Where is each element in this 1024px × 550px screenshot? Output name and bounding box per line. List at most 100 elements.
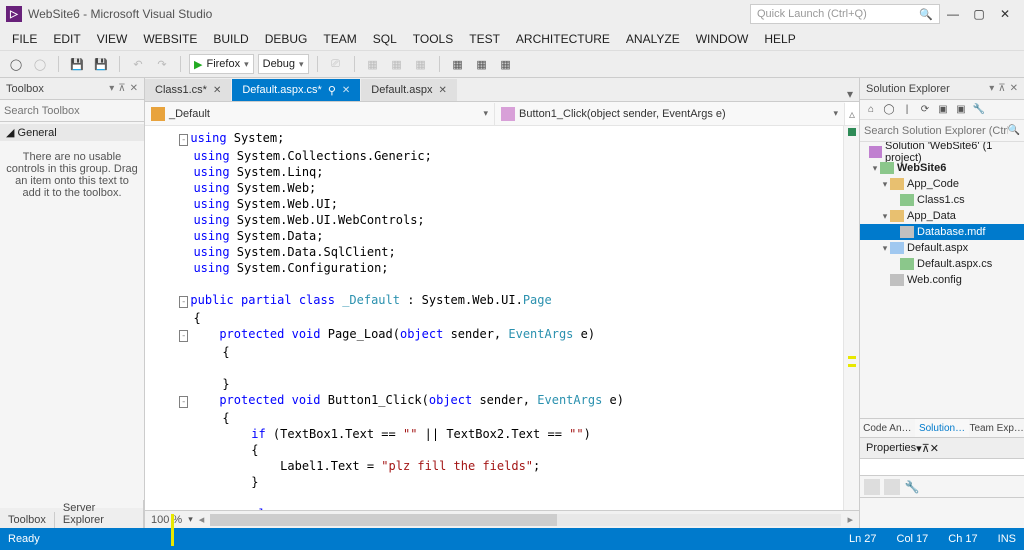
solution-search-input[interactable] xyxy=(864,125,1008,137)
menu-architecture[interactable]: ARCHITECTURE xyxy=(508,29,618,49)
home-icon[interactable]: ⌂ xyxy=(864,103,878,117)
menu-tools[interactable]: TOOLS xyxy=(405,29,461,49)
class-selector[interactable]: _Default ▾ xyxy=(145,103,495,125)
tree-item[interactable]: Solution 'WebSite6' (1 project) xyxy=(860,144,1024,160)
status-col: Col 17 xyxy=(897,533,929,545)
pin-icon[interactable]: ⚲ xyxy=(328,84,336,97)
close-tab-icon[interactable]: ✕ xyxy=(342,85,350,96)
menu-help[interactable]: HELP xyxy=(756,29,803,49)
menu-window[interactable]: WINDOW xyxy=(688,29,757,49)
right-panel-tabs: Code An…Solution…Team Exp… xyxy=(860,418,1024,438)
editor-margin xyxy=(145,126,175,510)
tree-item[interactable]: Class1.cs xyxy=(860,192,1024,208)
undo-button[interactable]: ↶ xyxy=(128,54,148,74)
close-icon[interactable]: ✕ xyxy=(930,442,939,455)
right-tab[interactable]: Code An… xyxy=(860,419,915,437)
method-icon xyxy=(501,107,515,121)
config-dropdown[interactable]: Debug ▾ xyxy=(258,54,309,74)
menu-file[interactable]: FILE xyxy=(4,29,45,49)
properties-panel: Properties ▾ ⊼ ✕ 🔧 xyxy=(860,438,1024,528)
menu-test[interactable]: TEST xyxy=(461,29,508,49)
pin-icon[interactable]: ⊼ xyxy=(998,83,1005,94)
h-scrollbar[interactable] xyxy=(210,514,841,526)
solution-explorer-search[interactable]: 🔍 xyxy=(860,120,1024,142)
close-icon[interactable]: ✕ xyxy=(130,83,138,94)
menu-debug[interactable]: DEBUG xyxy=(257,29,316,49)
close-tab-icon[interactable]: ✕ xyxy=(438,85,446,96)
tb-icon-6[interactable]: ▦ xyxy=(472,54,492,74)
document-tab[interactable]: Default.aspx.cs*⚲✕ xyxy=(232,79,360,101)
document-tab[interactable]: Class1.cs*✕ xyxy=(145,79,231,101)
start-debug-dropdown[interactable]: ▶ Firefox ▾ xyxy=(189,54,254,74)
tb-icon-7[interactable]: ▦ xyxy=(496,54,516,74)
menu-website[interactable]: WEBSITE xyxy=(135,29,205,49)
toolbox-bottom-tabs: ToolboxServer Explorer xyxy=(0,508,144,528)
menu-edit[interactable]: EDIT xyxy=(45,29,88,49)
tree-item[interactable]: Database.mdf xyxy=(860,224,1024,240)
menu-view[interactable]: VIEW xyxy=(89,29,136,49)
restore-button[interactable]: ▢ xyxy=(966,4,992,24)
toolbox-category[interactable]: ◢ General xyxy=(0,124,144,141)
toolbox-search-input[interactable] xyxy=(4,105,146,117)
scroll-annotation-bar[interactable] xyxy=(843,126,859,510)
alpha-icon[interactable] xyxy=(884,479,900,495)
tree-item[interactable]: ▾App_Code xyxy=(860,176,1024,192)
redo-button[interactable]: ↷ xyxy=(152,54,172,74)
bottom-tab[interactable]: Toolbox xyxy=(0,512,55,528)
tb-icon-5[interactable]: ▦ xyxy=(448,54,468,74)
chevron-down-icon[interactable]: ▾ xyxy=(989,83,994,94)
tree-item[interactable]: ▾Default.aspx xyxy=(860,240,1024,256)
main-toolbar: ◯ ◯ 💾 💾 ↶ ↷ ▶ Firefox ▾ Debug ▾ ⎚ ▦ ▦ ▦ … xyxy=(0,50,1024,78)
close-icon[interactable]: ✕ xyxy=(1010,83,1018,94)
toolbox-panel: Toolbox ▾ ⊼ ✕ 🔍 ◢ General There are no u… xyxy=(0,78,145,528)
tb-icon-3[interactable]: ▦ xyxy=(387,54,407,74)
right-tab[interactable]: Solution… xyxy=(915,419,970,437)
show-all-icon[interactable]: ▣ xyxy=(954,103,968,117)
split-icon[interactable]: ▵ xyxy=(845,102,859,126)
zoom-level[interactable]: 100 % xyxy=(151,514,182,526)
menu-team[interactable]: TEAM xyxy=(315,29,364,49)
close-button[interactable]: ✕ xyxy=(992,4,1018,24)
menu-sql[interactable]: SQL xyxy=(365,29,405,49)
quick-launch-input[interactable]: Quick Launch (Ctrl+Q) 🔍 xyxy=(750,4,940,24)
right-tab[interactable]: Team Exp… xyxy=(969,419,1024,437)
close-tab-icon[interactable]: ✕ xyxy=(213,85,221,96)
refresh-icon[interactable]: ⟳ xyxy=(918,103,932,117)
toolbox-search[interactable]: 🔍 xyxy=(0,100,144,122)
code-editor[interactable]: -using System; using System.Collections.… xyxy=(175,126,843,510)
back-icon[interactable]: ◯ xyxy=(882,103,896,117)
tb-icon-2[interactable]: ▦ xyxy=(363,54,383,74)
editor-area: Class1.cs*✕Default.aspx.cs*⚲✕Default.asp… xyxy=(145,78,859,528)
tb-icon-4[interactable]: ▦ xyxy=(411,54,431,74)
search-icon: 🔍 xyxy=(1008,125,1020,136)
tabs-overflow-icon[interactable]: ▾ xyxy=(841,87,859,101)
tree-item[interactable]: Default.aspx.cs xyxy=(860,256,1024,272)
tb-icon-1[interactable]: ⎚ xyxy=(326,54,346,74)
menu-analyze[interactable]: ANALYZE xyxy=(618,29,688,49)
save-button[interactable]: 💾 xyxy=(67,54,87,74)
tree-item[interactable]: ▾App_Data xyxy=(860,208,1024,224)
right-panels: Solution Explorer ▾ ⊼ ✕ ⌂ ◯ | ⟳ ▣ ▣ 🔧 🔍 … xyxy=(859,78,1024,528)
nav-back-button[interactable]: ◯ xyxy=(6,54,26,74)
save-all-button[interactable]: 💾 xyxy=(91,54,111,74)
menu-build[interactable]: BUILD xyxy=(205,29,256,49)
collapse-icon[interactable]: ▣ xyxy=(936,103,950,117)
status-ready: Ready xyxy=(8,533,40,545)
toolbox-empty-msg: There are no usable controls in this gro… xyxy=(0,141,144,209)
member-selector[interactable]: Button1_Click(object sender, EventArgs e… xyxy=(495,103,845,125)
nav-fwd-button[interactable]: ◯ xyxy=(30,54,50,74)
toolbox-header: Toolbox ▾ ⊼ ✕ xyxy=(0,78,144,100)
tree-item[interactable]: Web.config xyxy=(860,272,1024,288)
status-bar: Ready Ln 27 Col 17 Ch 17 INS xyxy=(0,528,1024,550)
document-tab[interactable]: Default.aspx✕ xyxy=(361,79,457,101)
bottom-tab[interactable]: Server Explorer xyxy=(55,500,144,528)
pin-icon[interactable]: ⊼ xyxy=(922,442,930,455)
pin-icon[interactable]: ⊼ xyxy=(118,83,125,94)
menu-bar: FILEEDITVIEWWEBSITEBUILDDEBUGTEAMSQLTOOL… xyxy=(0,28,1024,50)
properties-icon[interactable]: 🔧 xyxy=(972,103,986,117)
categorize-icon[interactable] xyxy=(864,479,880,495)
props-icon[interactable]: 🔧 xyxy=(904,479,920,495)
solution-tree[interactable]: Solution 'WebSite6' (1 project)▾WebSite6… xyxy=(860,142,1024,418)
chevron-down-icon[interactable]: ▾ xyxy=(109,83,114,94)
minimize-button[interactable]: — xyxy=(940,4,966,24)
